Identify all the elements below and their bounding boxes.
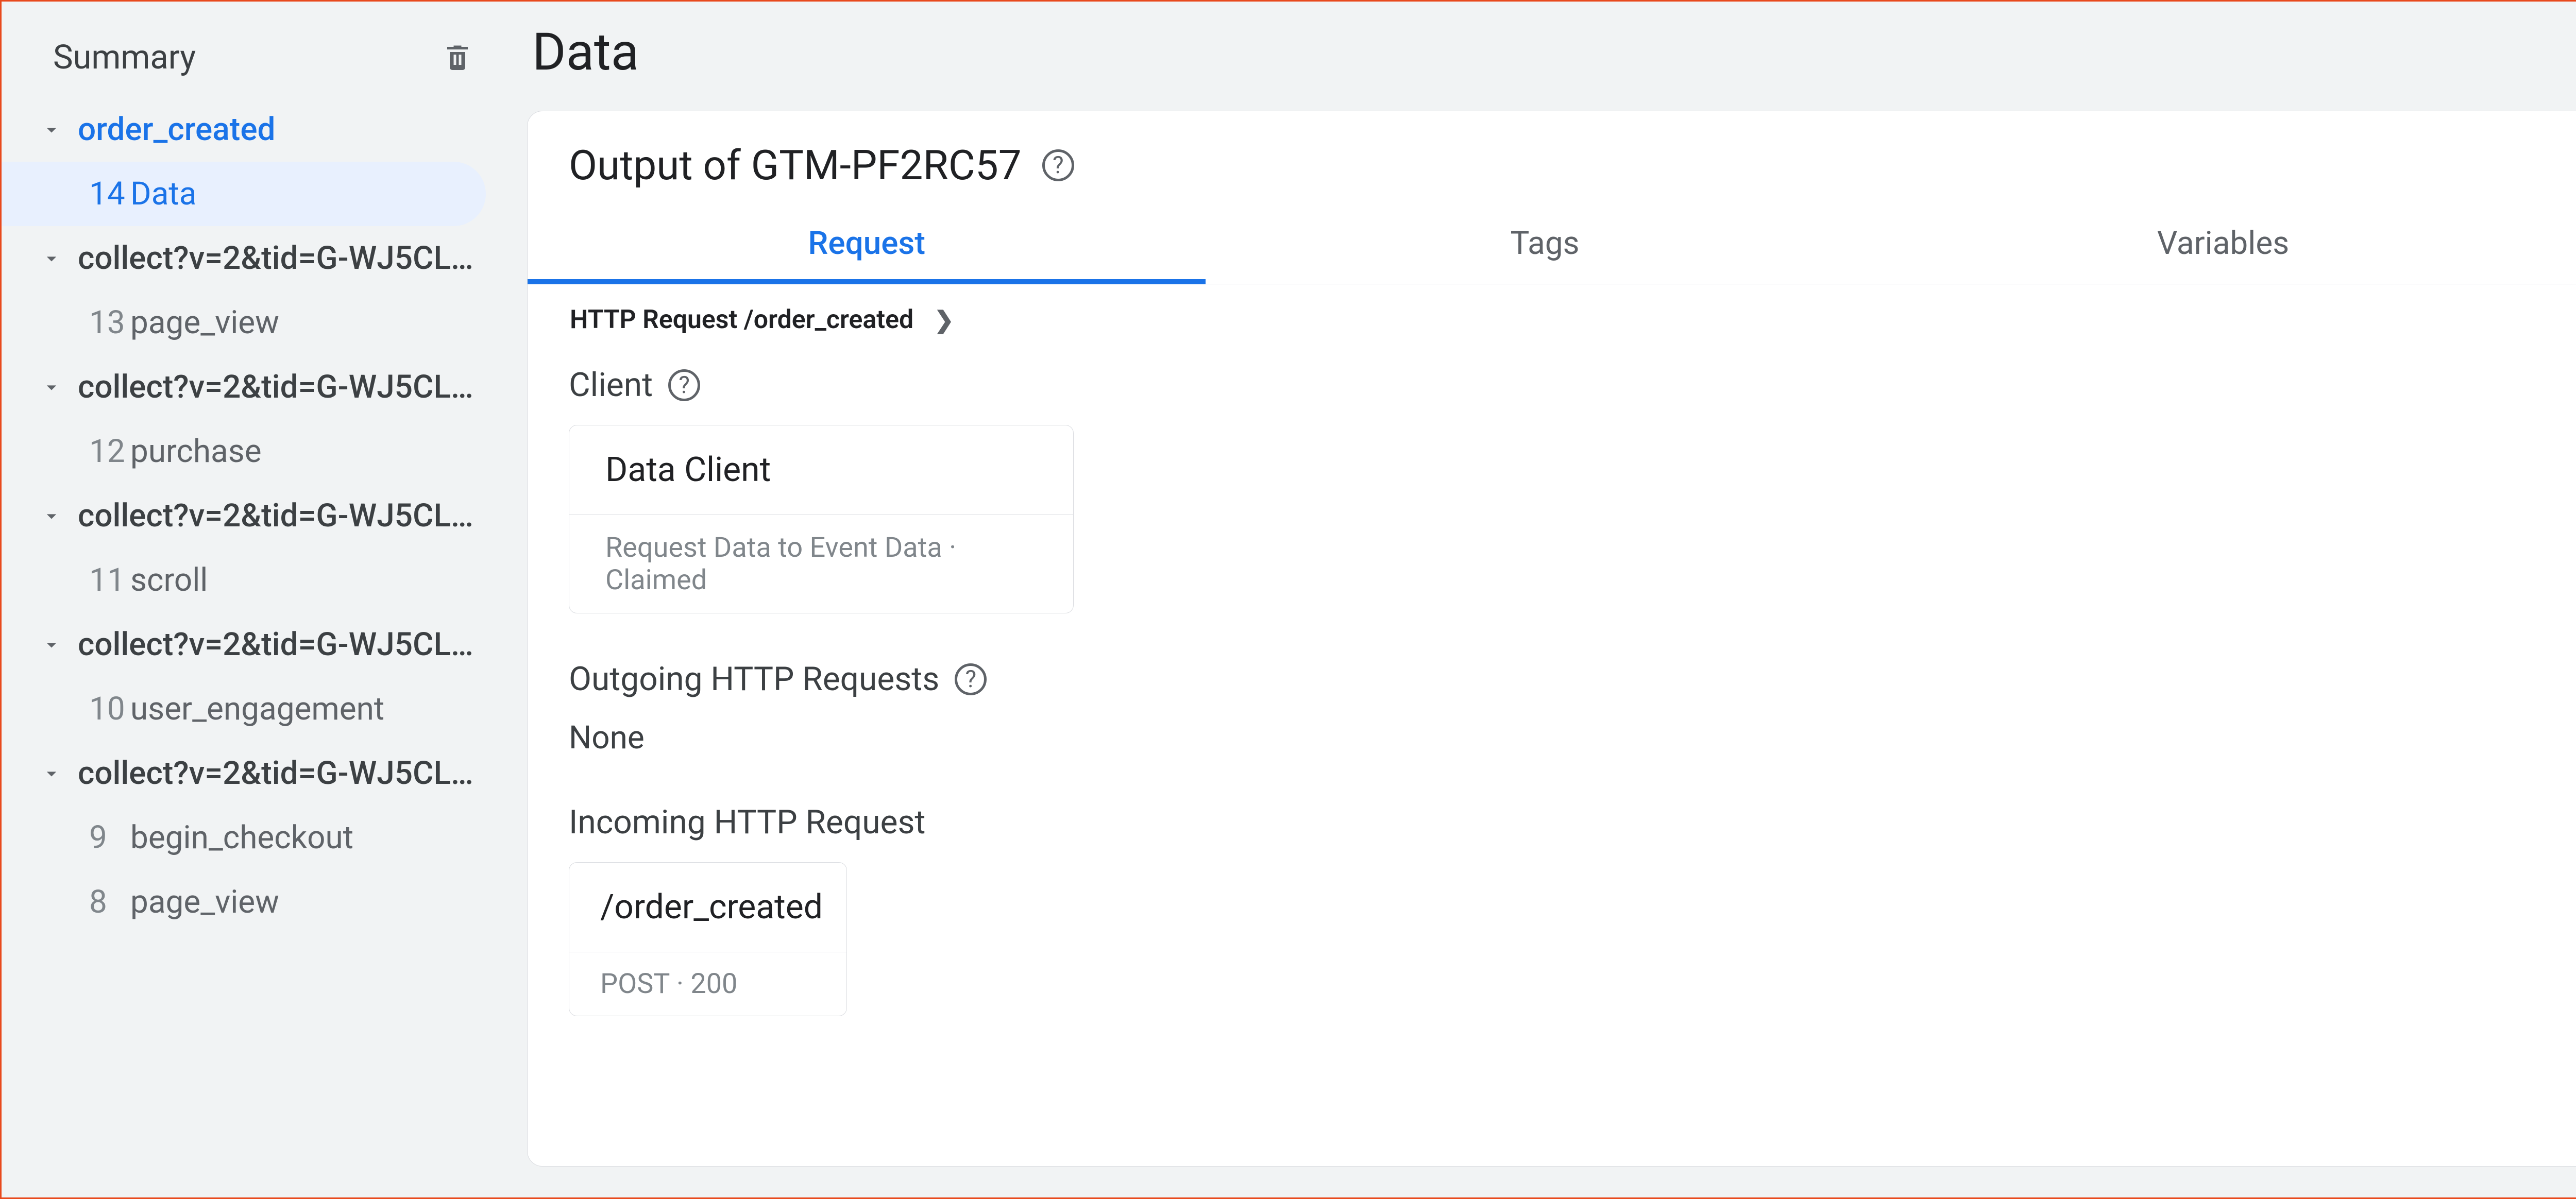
trash-icon[interactable] — [439, 39, 476, 75]
outgoing-value: None — [569, 719, 2576, 757]
card-title: Output of GTM-PF2RC57 — [569, 141, 1022, 190]
chevron-down-icon — [38, 502, 65, 530]
sidebar-item-label: user_engagement — [130, 690, 384, 728]
sidebar-item-number: 9 — [89, 819, 130, 857]
sidebar-group-label: collect?v=2&tid=G-WJ5CL… — [78, 626, 481, 663]
sidebar-group-header[interactable]: collect?v=2&tid=G-WJ5CL… — [2, 484, 501, 548]
incoming-path: /order_created — [569, 863, 846, 952]
sidebar-item[interactable]: 14Data — [2, 162, 486, 226]
client-sub: Request Data to Event Data · Claimed — [569, 515, 1073, 613]
event-tree: order_created 14Data collect?v=2&tid=G-WJ5… — [2, 97, 501, 934]
incoming-sub: POST · 200 — [569, 952, 846, 1016]
outgoing-section-label: Outgoing HTTP Requests — [569, 660, 939, 698]
sidebar-item[interactable]: 8page_view — [2, 870, 501, 934]
sidebar-item-label: purchase — [130, 433, 262, 470]
sidebar-item[interactable]: 10user_engagement — [2, 677, 501, 741]
client-card[interactable]: Data Client Request Data to Event Data ·… — [569, 425, 1074, 613]
sidebar-item-number: 13 — [89, 304, 130, 341]
sidebar-item[interactable]: 11scroll — [2, 548, 501, 612]
help-icon[interactable]: ? — [668, 369, 700, 401]
chevron-down-icon — [38, 116, 65, 144]
sidebar-summary-label[interactable]: Summary — [53, 38, 439, 77]
sidebar-group-label: collect?v=2&tid=G-WJ5CL… — [78, 755, 481, 792]
sidebar-item[interactable]: 12purchase — [2, 419, 501, 484]
main-panel: Data Output of GTM-PF2RC57 ? RequestTags… — [501, 2, 2576, 1197]
chevron-down-icon — [38, 245, 65, 272]
breadcrumb-text: HTTP Request /order_created — [570, 305, 913, 335]
sidebar-item-label: scroll — [130, 561, 208, 599]
chevron-down-icon — [38, 373, 65, 401]
tab-event-data[interactable]: Event Data — [2562, 207, 2576, 284]
breadcrumb[interactable]: HTTP Request /order_created ❯ — [569, 305, 2576, 335]
sidebar-group-label: collect?v=2&tid=G-WJ5CL… — [78, 497, 481, 535]
tab-tags[interactable]: Tags — [1206, 207, 1884, 284]
sidebar-item-number: 14 — [89, 175, 130, 213]
sidebar-group-header[interactable]: collect?v=2&tid=G-WJ5CL… — [2, 226, 501, 290]
tab-bar: RequestTagsVariablesEvent DataConsole (0… — [528, 207, 2576, 284]
client-name: Data Client — [569, 425, 1073, 515]
client-section-label: Client — [569, 366, 653, 404]
incoming-request-card[interactable]: /order_created POST · 200 — [569, 862, 847, 1016]
chevron-down-icon — [38, 631, 65, 659]
sidebar-group-label: collect?v=2&tid=G-WJ5CL… — [78, 368, 481, 406]
sidebar-item-number: 10 — [89, 690, 130, 728]
page-title: Data — [532, 22, 2576, 82]
incoming-section-label: Incoming HTTP Request — [569, 803, 925, 842]
sidebar-item-number: 12 — [89, 433, 130, 470]
sidebar-item-label: page_view — [130, 304, 279, 341]
help-icon[interactable]: ? — [955, 663, 987, 695]
sidebar-group-header[interactable]: order_created — [2, 97, 501, 162]
tab-variables[interactable]: Variables — [1884, 207, 2562, 284]
help-icon[interactable]: ? — [1042, 149, 1074, 181]
sidebar-item-label: begin_checkout — [130, 819, 353, 857]
sidebar-item-number: 8 — [89, 883, 130, 921]
chevron-right-icon: ❯ — [934, 306, 954, 334]
sidebar-item-label: page_view — [130, 883, 279, 921]
sidebar-item[interactable]: 9begin_checkout — [2, 806, 501, 870]
request-panel: HTTP Request /order_created ❯ Client ? D… — [528, 284, 2576, 1037]
sidebar: Summary order_created 14Data collect?v=2&t… — [2, 2, 501, 1197]
sidebar-group-label: order_created — [78, 111, 481, 148]
chevron-down-icon — [38, 760, 65, 787]
output-card: Output of GTM-PF2RC57 ? RequestTagsVaria… — [527, 111, 2576, 1167]
sidebar-group-label: collect?v=2&tid=G-WJ5CL… — [78, 239, 481, 277]
sidebar-group-header[interactable]: collect?v=2&tid=G-WJ5CL… — [2, 741, 501, 806]
sidebar-item[interactable]: 13page_view — [2, 290, 501, 355]
tab-request[interactable]: Request — [528, 207, 1206, 284]
sidebar-item-number: 11 — [89, 561, 130, 599]
sidebar-group-header[interactable]: collect?v=2&tid=G-WJ5CL… — [2, 612, 501, 677]
sidebar-group-header[interactable]: collect?v=2&tid=G-WJ5CL… — [2, 355, 501, 419]
sidebar-item-label: Data — [130, 175, 196, 213]
